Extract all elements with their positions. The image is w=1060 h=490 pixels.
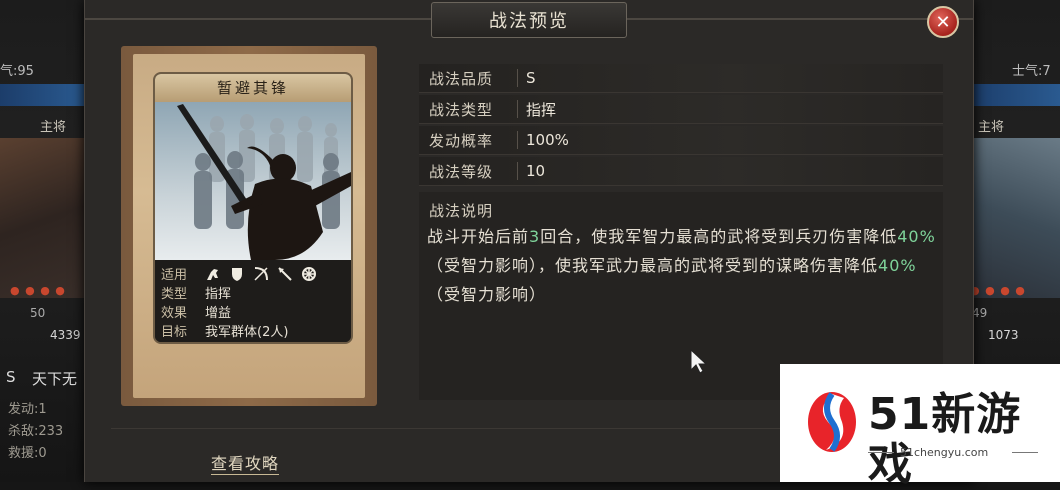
watermark-url: 51chengyu.com	[900, 446, 989, 459]
left-role: 主将	[40, 120, 67, 135]
watermark-logo-icon	[808, 392, 856, 452]
shield-icon	[229, 266, 245, 282]
right-power: 1073	[988, 328, 1019, 342]
right-role: 主将	[978, 120, 1005, 135]
info-divider	[517, 69, 518, 87]
desc-part1: 战斗开始后前	[427, 227, 530, 246]
desc-part3: （受智力影响），使我军武力最高的武将受到的谋略伤害降低	[427, 256, 879, 275]
info-quality-label: 战法品质	[429, 69, 494, 88]
prop-target-label: 目标	[161, 325, 188, 340]
site-watermark: 51新游戏 51chengyu.com	[780, 364, 1060, 490]
left-morale: 气:95	[0, 64, 34, 79]
close-button[interactable]: ✕	[927, 6, 959, 38]
desc-pct1: 40%	[897, 227, 936, 246]
prop-effect-label: 效果	[161, 306, 188, 321]
right-morale-bar	[968, 84, 1060, 106]
left-troop-dots: ● ● ● ●	[10, 284, 66, 297]
prop-target-value: 我军群体(2人)	[205, 325, 289, 340]
left-stat-rescue: 救援:0	[8, 446, 47, 461]
info-row-type: 战法类型 指挥	[419, 95, 943, 124]
desc-part2: 回合，使我军智力最高的武将受到兵刃伤害降低	[540, 227, 898, 246]
info-probability-value: 100%	[526, 131, 569, 149]
prop-effect: 效果 增益	[161, 302, 231, 321]
spear-icon	[277, 266, 293, 282]
right-level: 49	[972, 306, 988, 320]
tactic-card: 暂避其锋 适用 类型 指挥 效果 增益 目标 我军群体(2人)	[153, 72, 353, 344]
right-general-portrait[interactable]	[968, 138, 1060, 298]
prop-type-value: 指挥	[205, 287, 232, 302]
info-row-quality: 战法品质 S	[419, 64, 943, 93]
left-morale-bar	[0, 84, 84, 106]
prop-effect-value: 增益	[205, 306, 232, 321]
left-power: 4339	[50, 328, 81, 342]
info-probability-label: 发动概率	[429, 131, 494, 150]
info-level-value: 10	[526, 162, 546, 180]
info-row-level: 战法等级 10	[419, 157, 943, 186]
description-text: 战斗开始后前3回合，使我军智力最高的武将受到兵刃伤害降低40%（受智力影响），使…	[427, 222, 937, 309]
prop-type-label: 类型	[161, 287, 188, 302]
prop-applicable-label: 适用	[161, 268, 188, 283]
close-icon: ✕	[935, 11, 951, 33]
info-type-label: 战法类型	[429, 100, 494, 119]
info-divider	[517, 100, 518, 118]
tactic-card-art	[155, 102, 351, 260]
info-divider	[517, 162, 518, 180]
info-divider	[517, 131, 518, 149]
watermark-rule-right	[1012, 452, 1038, 453]
info-level-label: 战法等级	[429, 162, 494, 181]
left-stat-trigger: 发动:1	[8, 402, 47, 417]
dialog-title: 战法预览	[431, 2, 627, 38]
info-type-value: 指挥	[526, 100, 557, 119]
right-troop-dots: ● ● ● ●	[970, 284, 1026, 297]
prop-applicable: 适用	[161, 264, 317, 283]
desc-pct2: 40%	[878, 256, 917, 275]
left-skill: 天下无	[32, 370, 78, 388]
right-morale: 士气:7	[1012, 64, 1051, 79]
wheel-icon	[301, 266, 317, 282]
unit-type-icons	[205, 264, 317, 283]
info-row-probability: 发动概率 100%	[419, 126, 943, 155]
desc-part4: （受智力影响）	[427, 285, 547, 304]
left-tag: S	[6, 368, 16, 386]
left-level: 50	[30, 306, 46, 320]
description-label: 战法说明	[429, 202, 494, 220]
prop-target: 目标 我军群体(2人)	[161, 321, 288, 340]
desc-rounds: 3	[529, 227, 541, 246]
watermark-brand: 51新游戏	[868, 389, 1022, 490]
watermark-rule-left	[868, 452, 894, 453]
prop-type: 类型 指挥	[161, 283, 231, 302]
bow-icon	[253, 266, 269, 282]
mouse-cursor-icon	[690, 348, 708, 374]
left-stat-kills: 杀敌:233	[8, 424, 64, 439]
info-quality-value: S	[526, 69, 536, 87]
cavalry-icon	[205, 266, 221, 282]
tactic-card-name: 暂避其锋	[155, 74, 351, 102]
tactic-card-properties: 适用 类型 指挥 效果 增益 目标 我军群体(2人)	[155, 260, 351, 342]
view-guide-link[interactable]: 查看攻略	[211, 450, 280, 475]
